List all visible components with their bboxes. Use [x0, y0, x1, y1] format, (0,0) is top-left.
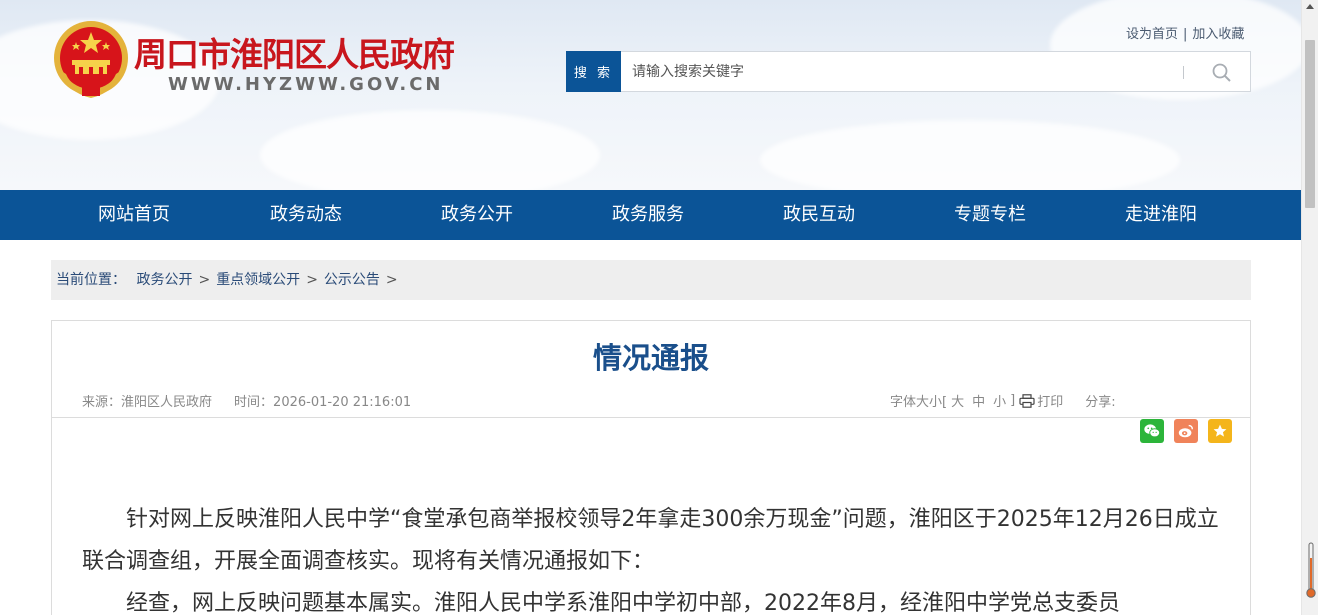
- breadcrumb-prefix: 当前位置：: [56, 272, 126, 288]
- breadcrumb-item[interactable]: 政务公开: [136, 272, 192, 288]
- breadcrumb-item[interactable]: 重点领域公开: [216, 272, 300, 288]
- search-bar: 搜 索: [566, 51, 1251, 92]
- article-tools: 字体大小[ 大 中 小 ] 打印 分享:: [890, 391, 1116, 410]
- source-value: 淮阳区人民政府: [121, 395, 213, 410]
- wechat-icon: [1144, 424, 1161, 438]
- main-nav: 网站首页 政务动态 政务公开 政务服务 政民互动 专题专栏 走进淮阳: [0, 190, 1301, 240]
- article: 情况通报 来源：淮阳区人民政府 时间：2026-01-20 21:16:01 字体…: [51, 320, 1251, 615]
- print-button[interactable]: 打印: [1037, 391, 1063, 410]
- site-header: 周口市淮阳区人民政府 WWW.HYZWW.GOV.CN 设为首页 | 加入收藏 搜 …: [0, 0, 1301, 190]
- star-icon: [1213, 424, 1227, 437]
- scrollbar[interactable]: [1301, 0, 1318, 615]
- national-emblem-icon[interactable]: [52, 18, 130, 102]
- nav-item-interaction[interactable]: 政民互动: [783, 190, 855, 240]
- font-size-label: 字体大小[: [890, 395, 948, 410]
- header-cloud: [760, 120, 1180, 190]
- font-size-small-button[interactable]: 小: [993, 391, 1006, 410]
- scroll-thumb[interactable]: [1305, 40, 1315, 208]
- article-title: 情况通报: [592, 341, 709, 375]
- article-body: 针对网上反映淮阳人民中学“食堂承包商举报校领导2年拿走300余万现金”问题，淮阳…: [82, 499, 1227, 615]
- breadcrumb-arrow: >: [385, 272, 398, 288]
- site-domain: WWW.HYZWW.GOV.CN: [168, 74, 444, 95]
- article-meta: 来源：淮阳区人民政府 时间：2026-01-20 21:16:01: [82, 391, 411, 410]
- font-size-large-button[interactable]: 大: [951, 391, 964, 410]
- weibo-icon: [1178, 424, 1193, 438]
- breadcrumb-item[interactable]: 公示公告: [324, 272, 380, 288]
- time-value: 2026-01-20 21:16:01: [273, 395, 412, 410]
- source-label: 来源：: [82, 395, 122, 410]
- share-weibo-button[interactable]: [1174, 419, 1198, 443]
- time-label: 时间：: [234, 395, 274, 410]
- nav-item-services[interactable]: 政务服务: [612, 190, 684, 240]
- search-button[interactable]: 搜 索: [566, 51, 621, 92]
- top-links-separator: |: [1183, 27, 1188, 42]
- font-size-medium-button[interactable]: 中: [972, 391, 985, 410]
- nav-item-open-government[interactable]: 政务公开: [441, 190, 513, 240]
- article-paragraph: 针对网上反映淮阳人民中学“食堂承包商举报校领导2年拿走300余万现金”问题，淮阳…: [82, 507, 1219, 574]
- print-icon[interactable]: [1019, 393, 1035, 408]
- set-homepage-link[interactable]: 设为首页: [1126, 27, 1178, 42]
- nav-item-news[interactable]: 政务动态: [270, 190, 342, 240]
- share-label: 分享:: [1085, 395, 1116, 410]
- breadcrumb-arrow: >: [198, 272, 211, 288]
- share-wechat-button[interactable]: [1140, 419, 1164, 443]
- breadcrumb: 当前位置： 政务公开 > 重点领域公开 > 公示公告 >: [51, 260, 1251, 300]
- meta-divider: [52, 417, 1250, 418]
- site-title[interactable]: 周口市淮阳区人民政府: [134, 28, 455, 76]
- header-cloud: [260, 110, 600, 190]
- nav-item-home[interactable]: 网站首页: [98, 190, 170, 240]
- breadcrumb-arrow: >: [306, 272, 318, 288]
- top-links: 设为首页 | 加入收藏: [1126, 23, 1244, 42]
- article-paragraph: 经查，网上反映问题基本属实。淮阳人民中学系淮阳中学初中部，2022年8月，经淮阳…: [126, 591, 1120, 615]
- search-input[interactable]: [621, 52, 1161, 91]
- search-icon[interactable]: [1211, 62, 1233, 84]
- share-favorite-button[interactable]: [1208, 419, 1232, 443]
- font-size-close: ]: [1010, 393, 1016, 408]
- page: 周口市淮阳区人民政府 WWW.HYZWW.GOV.CN 设为首页 | 加入收藏 搜 …: [0, 0, 1301, 615]
- floating-thermometer-icon[interactable]: [1306, 542, 1316, 600]
- scroll-up-arrow-icon[interactable]: [1306, 4, 1314, 9]
- search-divider: [1183, 66, 1184, 79]
- nav-item-special-topics[interactable]: 专题专栏: [954, 190, 1026, 240]
- search-box: [621, 51, 1251, 92]
- nav-item-about-huaiyang[interactable]: 走进淮阳: [1125, 190, 1197, 240]
- add-favorite-link[interactable]: 加入收藏: [1192, 27, 1244, 42]
